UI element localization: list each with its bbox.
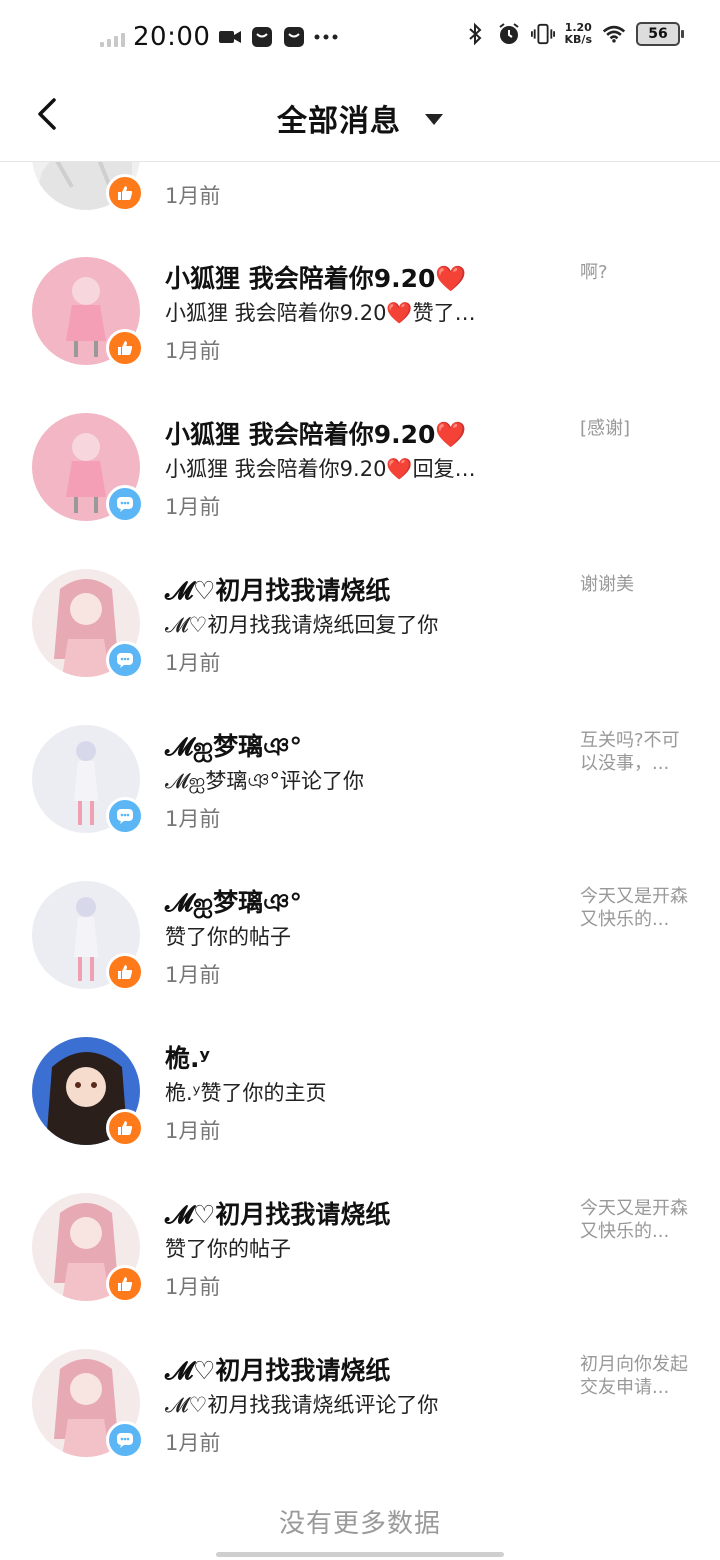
- home-indicator[interactable]: [216, 1552, 504, 1557]
- status-bar: 20:00 1.20 KB/s 56: [0, 0, 720, 80]
- like-badge-icon: [106, 1109, 144, 1147]
- notification-time: 1月前: [165, 184, 221, 208]
- sender-name: 𝓜♡初月找我请烧纸: [165, 576, 391, 605]
- list-item[interactable]: 桅.ʸ 桅.ʸ赞了你的主页 1月前: [0, 1037, 720, 1193]
- notification-time: 1月前: [165, 1119, 221, 1143]
- list-item[interactable]: 小狐狸 我会陪着你9.20❤️ 小狐狸 我会陪着你9.20❤️回复… 1月前 […: [0, 413, 720, 569]
- message-app-icon-2: [282, 25, 306, 49]
- sender-name: 𝓜ஐ梦璃ঞ°: [165, 732, 302, 761]
- like-badge-icon: [106, 174, 144, 212]
- notification-time: 1月前: [165, 495, 221, 519]
- comment-badge-icon: [106, 797, 144, 835]
- alarm-icon: [497, 22, 521, 46]
- preview-text: 今天又是开森又快乐的...: [580, 886, 688, 930]
- notification-time: 1月前: [165, 1275, 221, 1299]
- comment-badge-icon: [106, 485, 144, 523]
- notification-time: 1月前: [165, 807, 221, 831]
- no-more-data-text: 没有更多数据: [278, 1509, 441, 1539]
- comment-badge-icon: [106, 641, 144, 679]
- notification-text: 赞了你的帖子: [165, 925, 291, 949]
- message-app-icon: [250, 25, 274, 49]
- network-speed: 1.20 KB/s: [564, 21, 592, 46]
- signal-icon: [100, 27, 125, 47]
- preview-text: 互关吗?不可以没事，...: [580, 730, 680, 774]
- message-list[interactable]: 1月前 小狐狸 我会陪着你9.20❤️ 小狐狸 我会陪着你9.20❤️赞了… 1…: [0, 80, 720, 1560]
- list-item[interactable]: 小狐狸 我会陪着你9.20❤️ 小狐狸 我会陪着你9.20❤️赞了… 1月前 啊…: [0, 257, 720, 413]
- preview-text: 今天又是开森又快乐的...: [580, 1198, 688, 1242]
- list-item[interactable]: 𝓜ஐ梦璃ঞ° 赞了你的帖子 1月前 今天又是开森又快乐的...: [0, 881, 720, 1037]
- notification-text: 桅.ʸ赞了你的主页: [165, 1081, 327, 1105]
- notification-time: 1月前: [165, 1431, 221, 1455]
- title-dropdown[interactable]: 全部消息: [0, 96, 720, 140]
- page-title: 全部消息: [277, 104, 401, 139]
- vibrate-icon: [530, 22, 555, 46]
- sender-name: 𝓜♡初月找我请烧纸: [165, 1356, 391, 1385]
- comment-badge-icon: [106, 1421, 144, 1459]
- preview-text: 初月向你发起交友申请...: [580, 1354, 688, 1398]
- notification-text: 小狐狸 我会陪着你9.20❤️回复…: [165, 457, 476, 481]
- like-badge-icon: [106, 329, 144, 367]
- notification-text: 赞了你的帖子: [165, 1237, 291, 1261]
- video-camera-icon: [218, 25, 242, 49]
- header-bar: 全部消息: [0, 80, 720, 162]
- like-badge-icon: [106, 953, 144, 991]
- list-item[interactable]: 𝓜♡初月找我请烧纸 赞了你的帖子 1月前 今天又是开森又快乐的...: [0, 1193, 720, 1349]
- notification-text: 小狐狸 我会陪着你9.20❤️赞了…: [165, 301, 476, 325]
- notification-text: 𝓜♡初月找我请烧纸评论了你: [165, 1393, 439, 1417]
- notification-time: 1月前: [165, 651, 221, 675]
- sender-name: 𝓜ஐ梦璃ঞ°: [165, 888, 302, 917]
- sender-name: 桅.ʸ: [165, 1044, 210, 1073]
- like-badge-icon: [106, 1265, 144, 1303]
- sender-name: 𝓜♡初月找我请烧纸: [165, 1200, 391, 1229]
- battery-indicator: 56: [636, 22, 684, 46]
- list-item[interactable]: 𝓜♡初月找我请烧纸 𝓜♡初月找我请烧纸回复了你 1月前 谢谢美: [0, 569, 720, 725]
- notification-time: 1月前: [165, 339, 221, 363]
- notification-text: 𝓜♡初月找我请烧纸回复了你: [165, 613, 439, 637]
- status-time: 20:00: [133, 22, 211, 52]
- wifi-icon: [602, 22, 626, 46]
- notification-time: 1月前: [165, 963, 221, 987]
- preview-text: [感谢]: [580, 418, 631, 439]
- more-dots-icon: [314, 25, 338, 49]
- preview-text: 啊?: [580, 262, 608, 283]
- list-item[interactable]: 𝓜ஐ梦璃ঞ° 𝓜ஐ梦璃ঞ°评论了你 1月前 互关吗?不可以没事，...: [0, 725, 720, 881]
- preview-text: 谢谢美: [580, 574, 634, 595]
- notification-text: 𝓜ஐ梦璃ঞ°评论了你: [165, 769, 365, 793]
- sender-name: 小狐狸 我会陪着你9.20❤️: [165, 264, 467, 293]
- sender-name: 小狐狸 我会陪着你9.20❤️: [165, 420, 467, 449]
- list-item[interactable]: 𝓜♡初月找我请烧纸 𝓜♡初月找我请烧纸评论了你 1月前 初月向你发起交友申请..…: [0, 1349, 720, 1505]
- caret-down-icon: [425, 113, 443, 125]
- bluetooth-icon: [463, 22, 487, 46]
